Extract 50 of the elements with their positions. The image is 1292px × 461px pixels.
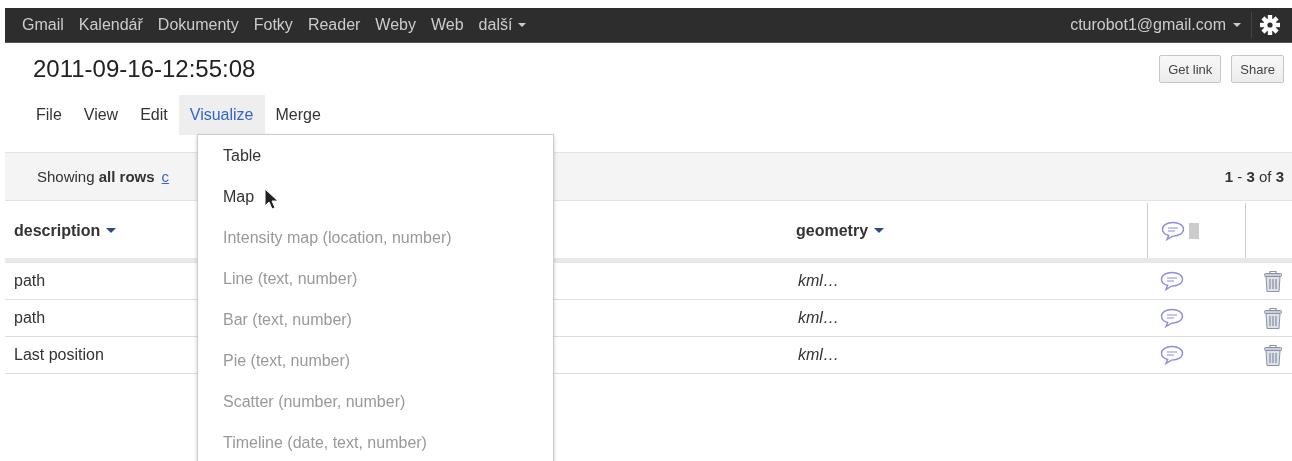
nav-link[interactable]: další [471, 16, 535, 34]
caret-icon [518, 23, 527, 27]
menu-tab[interactable]: File [25, 95, 73, 135]
column-header[interactable]: geometry [787, 221, 885, 240]
cursor-icon [264, 188, 278, 210]
toolbar-button[interactable]: Get link [1159, 55, 1222, 83]
row-count: 1 - 3 of 3 [1224, 168, 1284, 185]
menu-item: Line (text, number) [223, 269, 358, 288]
table-cell: path [14, 309, 46, 327]
caret-icon [874, 228, 885, 233]
trash-icon[interactable] [1263, 306, 1283, 330]
nav-link[interactable]: Dokumenty [150, 16, 247, 34]
menu-tab[interactable]: Edit [129, 95, 179, 135]
trash-icon[interactable] [1263, 343, 1283, 367]
table-cell: kml… [798, 272, 839, 290]
nav-link[interactable]: Reader [300, 16, 369, 34]
column-resize-handle[interactable] [1189, 222, 1199, 239]
comment-icon[interactable] [1160, 308, 1184, 328]
table-cell: path [14, 272, 46, 290]
table-cell: kml… [798, 309, 839, 327]
menu-item: Intensity map (location, number) [223, 228, 452, 247]
comment-icon[interactable] [1161, 220, 1185, 241]
menu-tab[interactable]: Visualize [178, 95, 265, 135]
menu-item: Timeline (date, text, number) [223, 433, 427, 452]
nav-link[interactable]: Kalendář [71, 16, 151, 34]
nav-link[interactable]: Web [423, 16, 472, 34]
nav-link[interactable]: Gmail [15, 16, 72, 34]
table-cell: Last position [14, 346, 104, 364]
comment-icon[interactable] [1160, 271, 1184, 291]
filter-link[interactable]: c [161, 168, 170, 185]
nav-link[interactable]: Fotky [246, 16, 301, 34]
menu-tab[interactable]: View [72, 95, 130, 135]
menu-item: Bar (text, number) [223, 310, 352, 329]
column-header[interactable]: description [5, 221, 117, 240]
toolbar-button[interactable]: Share [1231, 55, 1284, 83]
menu-item: Pie (text, number) [223, 351, 351, 370]
trash-icon[interactable] [1263, 269, 1283, 293]
menu-tab[interactable]: Merge [264, 95, 332, 135]
menu-item[interactable]: Map [223, 187, 255, 206]
account-menu[interactable]: cturobot1@gmail.com [1063, 12, 1252, 38]
menu-item[interactable]: Table [223, 146, 262, 165]
document-title: 2011-09-16-12:55:08 [33, 55, 257, 83]
caret-icon [1233, 23, 1241, 27]
filter-status: Showing all rows [37, 168, 155, 185]
table-cell: kml… [798, 346, 839, 364]
caret-icon [106, 228, 117, 233]
settings-icon[interactable] [1260, 15, 1280, 35]
nav-link[interactable]: Weby [368, 16, 424, 34]
menu-item: Scatter (number, number) [223, 392, 406, 411]
comment-icon[interactable] [1160, 345, 1184, 365]
